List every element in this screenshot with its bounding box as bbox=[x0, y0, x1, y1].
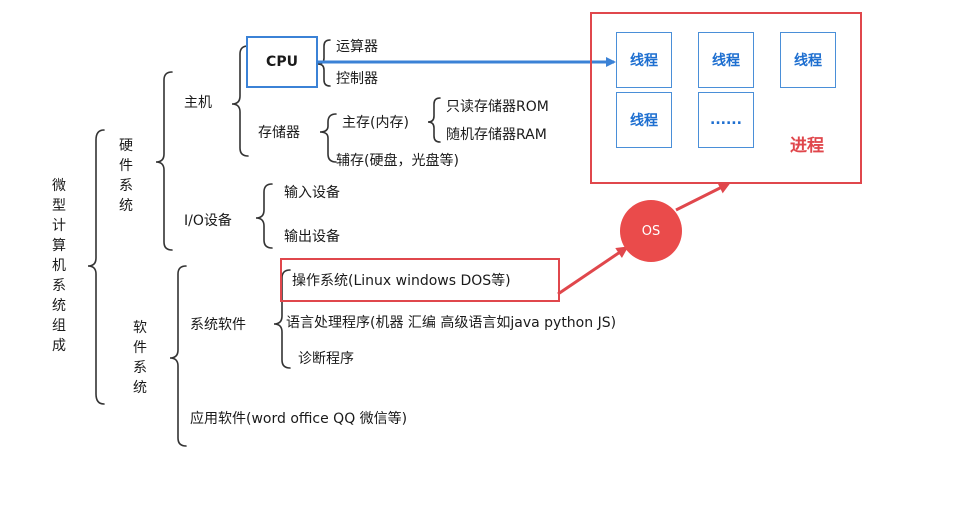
output-device-label: 输出设备 bbox=[284, 229, 340, 245]
thread-3: 线程 bbox=[780, 32, 836, 88]
alu-label: 运算器 bbox=[336, 39, 378, 55]
thread-4: 线程 bbox=[616, 92, 672, 148]
main-memory-label: 主存(内存) bbox=[342, 115, 409, 131]
brace-hardware bbox=[155, 71, 173, 251]
brace-software bbox=[169, 265, 187, 447]
thread-1: 线程 bbox=[616, 32, 672, 88]
thread-ellipsis: ...... bbox=[698, 92, 754, 148]
software-label: 软件系统 bbox=[133, 320, 147, 396]
host-label: 主机 bbox=[184, 95, 212, 111]
control-unit-label: 控制器 bbox=[336, 71, 378, 87]
memory-label: 存储器 bbox=[258, 125, 300, 141]
rom-label: 只读存储器ROM bbox=[446, 99, 549, 115]
input-device-label: 输入设备 bbox=[284, 185, 340, 201]
language-processor-label: 语言处理程序(机器 汇编 高级语言如java python JS) bbox=[286, 315, 617, 331]
io-label: I/O设备 bbox=[184, 213, 232, 229]
thread-2: 线程 bbox=[698, 32, 754, 88]
brace-io bbox=[255, 183, 273, 249]
os-node: OS bbox=[620, 200, 682, 262]
brace-memory bbox=[319, 113, 337, 163]
hardware-label: 硬件系统 bbox=[119, 138, 133, 214]
application-software-label: 应用软件(word office QQ 微信等) bbox=[190, 411, 408, 427]
brace-main-memory bbox=[427, 97, 441, 143]
os-arrow-out bbox=[675, 182, 731, 212]
os-label: 操作系统(Linux windows DOS等) bbox=[292, 273, 511, 289]
process-label: 进程 bbox=[790, 136, 824, 156]
system-software-label: 系统软件 bbox=[190, 317, 246, 333]
brace-root bbox=[87, 129, 105, 405]
diagnostic-label: 诊断程序 bbox=[298, 351, 354, 367]
os-arrow-in bbox=[557, 246, 629, 296]
cpu-label: CPU bbox=[266, 54, 298, 70]
cpu-box: CPU bbox=[246, 36, 318, 88]
aux-memory-label: 辅存(硬盘，光盘等) bbox=[336, 153, 459, 169]
root-label: 微型计算机系统组成 bbox=[52, 178, 66, 354]
ram-label: 随机存储器RAM bbox=[446, 127, 547, 143]
